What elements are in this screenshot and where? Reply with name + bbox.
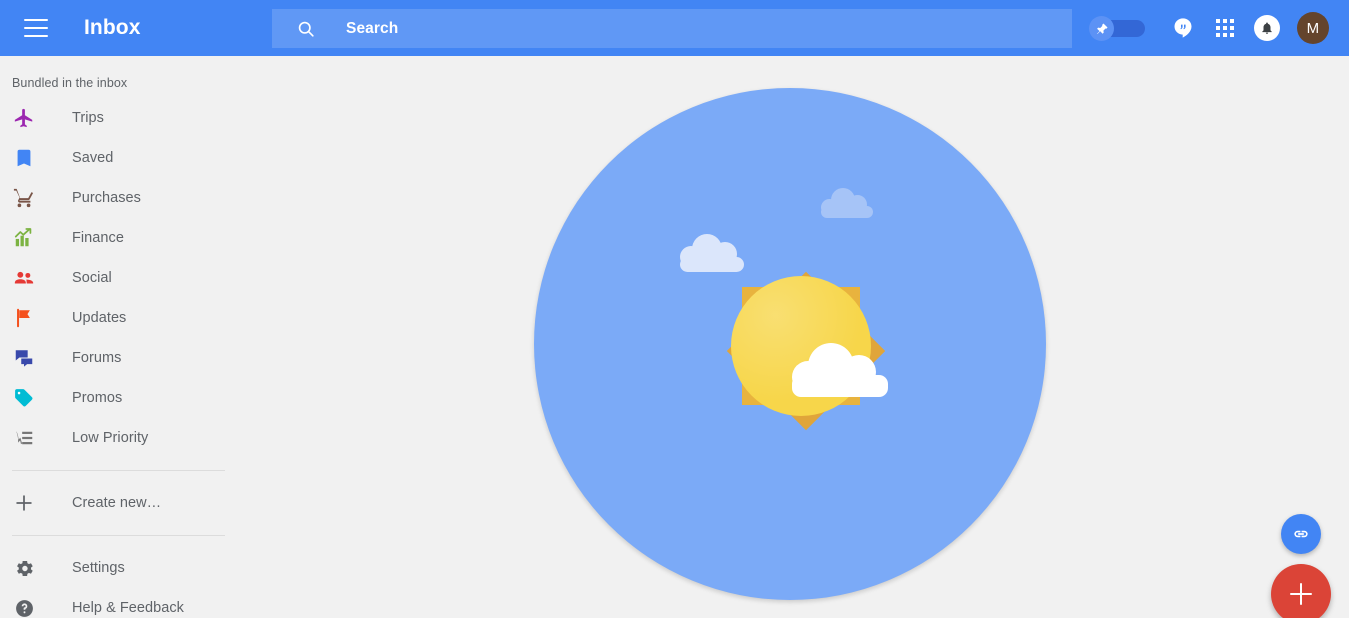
flag-icon	[0, 307, 48, 329]
sidebar-item-create-new[interactable]: Create new…	[0, 483, 228, 523]
plus-icon-vertical	[1299, 583, 1303, 605]
sidebar-item-label: Create new…	[72, 495, 162, 511]
apps-dot	[1223, 19, 1227, 23]
search-icon	[298, 21, 314, 37]
sidebar-item-label: Social	[72, 270, 112, 286]
sidebar-item-label: Purchases	[72, 190, 141, 206]
notification-bell-icon	[1262, 22, 1272, 34]
hamburger-bar	[24, 27, 48, 29]
search-bar[interactable]: Search	[272, 9, 1072, 48]
sidebar-divider-top	[12, 470, 225, 471]
apps-grid-icon	[1216, 19, 1234, 37]
apps-dot	[1230, 26, 1234, 30]
header-actions: M	[1089, 0, 1349, 56]
apps-dot	[1216, 33, 1220, 37]
people-icon	[0, 267, 48, 289]
plus-icon	[0, 492, 48, 514]
bookmark-icon	[0, 147, 48, 169]
sidebar-item-updates[interactable]: Updates	[0, 298, 228, 338]
sidebar-item-label: Low Priority	[72, 430, 149, 446]
empty-inbox-illustration	[534, 88, 1046, 600]
apps-dot	[1216, 19, 1220, 23]
help-circle-icon	[0, 598, 48, 618]
sidebar-item-saved[interactable]: Saved	[0, 138, 228, 178]
hamburger-bar	[24, 35, 48, 37]
sidebar-item-label: Settings	[72, 560, 125, 576]
apps-dot	[1223, 26, 1227, 30]
low-priority-icon	[0, 427, 48, 449]
shopping-cart-icon	[0, 187, 48, 209]
compose-fab-button[interactable]	[1271, 564, 1331, 618]
airplane-icon	[0, 107, 48, 129]
notification-bell-badge	[1254, 15, 1280, 41]
sidebar-item-label: Help & Feedback	[72, 600, 184, 616]
sidebar-item-settings[interactable]: Settings	[0, 548, 228, 588]
sidebar-navigation: Bundled in the inbox Trips Saved Purchas…	[0, 56, 228, 618]
forum-bubbles-icon	[0, 347, 48, 369]
sidebar-item-finance[interactable]: Finance	[0, 218, 228, 258]
add-link-fab-button[interactable]	[1281, 514, 1321, 554]
sidebar-item-trips[interactable]: Trips	[0, 98, 228, 138]
cloud-white-icon	[792, 343, 888, 397]
link-chain-icon	[1294, 530, 1308, 538]
sidebar-item-label: Forums	[72, 350, 122, 366]
apps-dot	[1223, 33, 1227, 37]
pin-toggle-knob	[1089, 16, 1114, 41]
bar-chart-icon	[0, 227, 48, 249]
sidebar-item-label: Trips	[72, 110, 104, 126]
hamburger-menu-icon[interactable]	[24, 19, 48, 37]
main-content-area	[228, 56, 1349, 618]
search-input-placeholder: Search	[346, 19, 399, 37]
sidebar-section-title: Bundled in the inbox	[12, 76, 128, 90]
hangouts-button[interactable]	[1163, 8, 1203, 48]
price-tag-icon	[0, 387, 48, 409]
pin-toggle-switch[interactable]	[1089, 16, 1145, 41]
user-avatar[interactable]: M	[1297, 12, 1329, 44]
app-title: Inbox	[84, 16, 141, 39]
sidebar-item-purchases[interactable]: Purchases	[0, 178, 228, 218]
apps-dot	[1216, 26, 1220, 30]
pin-icon	[1096, 22, 1108, 34]
apps-dot	[1230, 33, 1234, 37]
sidebar-divider-bottom	[12, 535, 225, 536]
hangouts-chat-icon	[1174, 18, 1192, 38]
app-header: Inbox Search M	[0, 0, 1349, 56]
sidebar-item-label: Finance	[72, 230, 124, 246]
sidebar-item-label: Saved	[72, 150, 114, 166]
sidebar-item-forums[interactable]: Forums	[0, 338, 228, 378]
cloud-medium-icon	[680, 234, 744, 272]
notifications-button[interactable]	[1247, 8, 1287, 48]
inbox-app-window: Inbox Search M Bundled in the inbox Trip…	[0, 0, 1349, 618]
sidebar-item-low-priority[interactable]: Low Priority	[0, 418, 228, 458]
apps-dot	[1230, 19, 1234, 23]
cloud-small-icon	[821, 188, 873, 218]
google-apps-button[interactable]	[1205, 8, 1245, 48]
hamburger-bar	[24, 19, 48, 21]
sidebar-item-promos[interactable]: Promos	[0, 378, 228, 418]
gear-icon	[0, 558, 48, 579]
sidebar-item-label: Promos	[72, 390, 123, 406]
sidebar-item-social[interactable]: Social	[0, 258, 228, 298]
sidebar-item-label: Updates	[72, 310, 127, 326]
sidebar-item-help-feedback[interactable]: Help & Feedback	[0, 588, 228, 618]
